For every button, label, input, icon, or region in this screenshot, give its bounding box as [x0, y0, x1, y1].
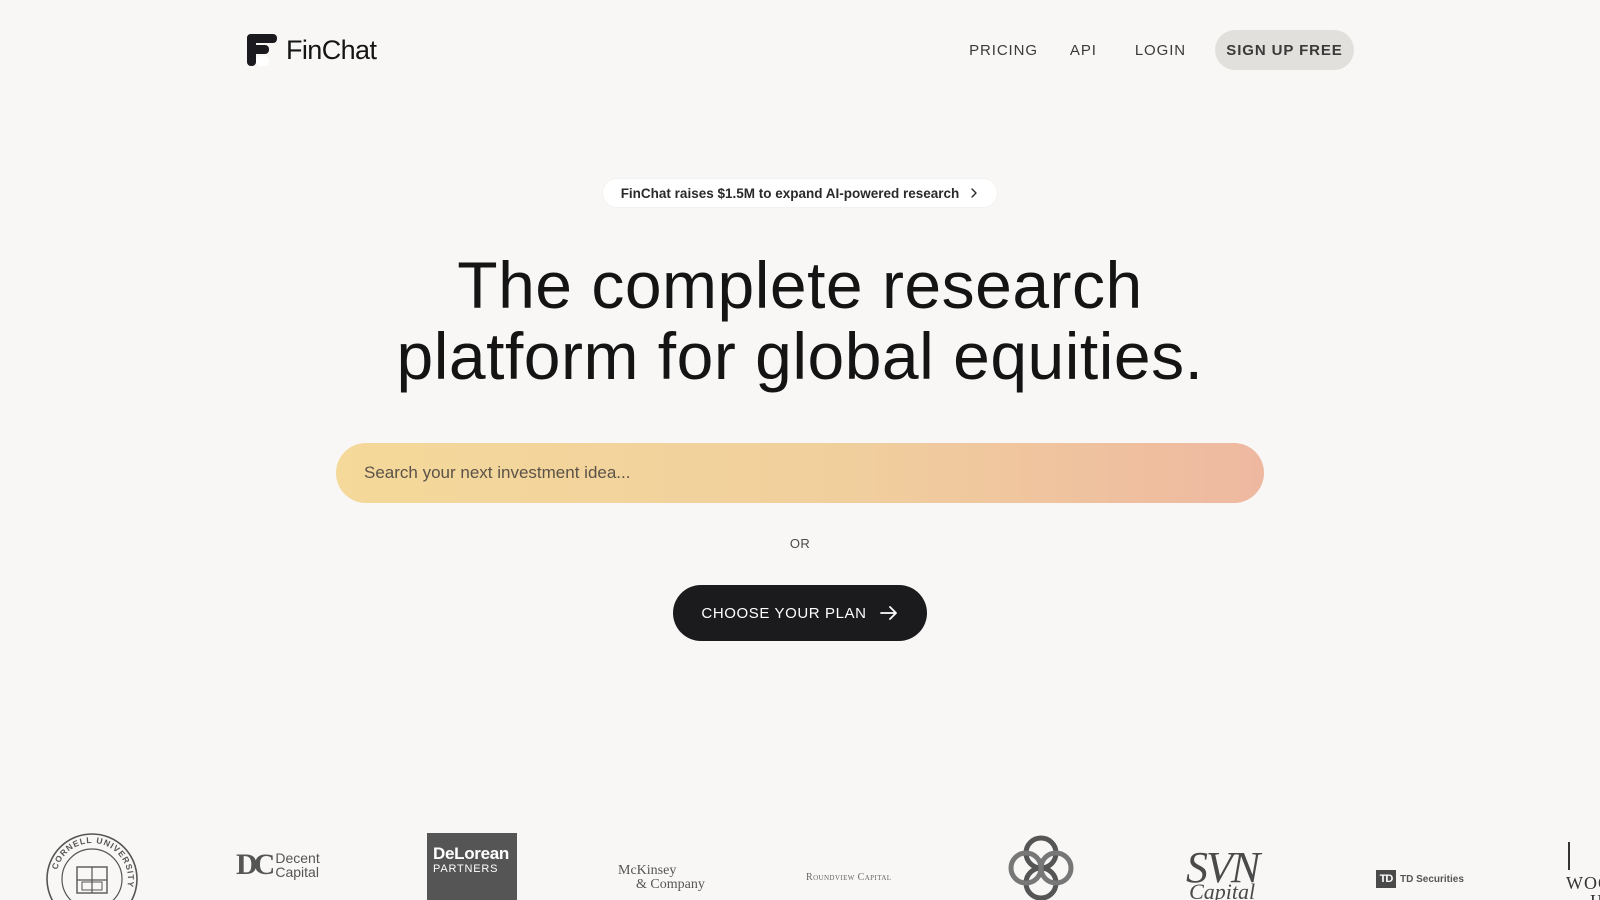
swirl-logo — [1006, 833, 1076, 900]
search-input[interactable] — [364, 463, 1264, 483]
mckinsey-line1: McKinsey — [618, 863, 677, 878]
arrow-right-icon — [879, 606, 897, 620]
customer-logos-strip: CORNELL UNIVERSITY DC Decent Capital DeL… — [0, 820, 1600, 900]
cornell-university-logo: CORNELL UNIVERSITY — [46, 833, 138, 900]
nav-login-link[interactable]: LOGIN — [1135, 42, 1186, 59]
brand-logo-link[interactable]: FinChat — [247, 34, 377, 66]
td-mark: TD — [1376, 870, 1396, 888]
td-text: TD Securities — [1400, 873, 1464, 885]
cornell-seal-icon: CORNELL UNIVERSITY — [46, 833, 138, 900]
signup-button[interactable]: SIGN UP FREE — [1215, 30, 1354, 70]
wood-line2: H — [1566, 892, 1600, 900]
main-nav: PRICING API LOGIN SIGN UP FREE — [969, 30, 1354, 70]
hero-headline-line1: The complete research — [457, 248, 1143, 322]
search-bar — [336, 443, 1264, 503]
decent-capital-logo: DC Decent Capital — [236, 845, 320, 885]
wood-logo: WOO H — [1566, 842, 1600, 900]
wood-bar — [1568, 842, 1570, 870]
swirl-mark-icon — [1008, 835, 1074, 900]
mckinsey-logo: McKinsey & Company — [618, 864, 705, 892]
hero-headline-line2: platform for global equities. — [396, 319, 1204, 393]
announcement-pill[interactable]: FinChat raises $1.5M to expand AI-powere… — [603, 179, 997, 207]
delorean-line2: PARTNERS — [433, 863, 499, 875]
delorean-partners-logo: DeLorean PARTNERS — [427, 833, 517, 900]
nav-api-link[interactable]: API — [1070, 42, 1097, 59]
announcement-text: FinChat raises $1.5M to expand AI-powere… — [620, 185, 960, 201]
site-header: FinChat PRICING API LOGIN SIGN UP FREE — [247, 29, 1354, 71]
delorean-line1: DeLorean — [433, 844, 510, 863]
svn-sub: Capital — [1189, 879, 1256, 900]
nav-pricing-link[interactable]: PRICING — [969, 42, 1038, 59]
chevron-right-icon — [971, 188, 977, 198]
decent-capital-text: Decent Capital — [275, 851, 319, 879]
mckinsey-line2: & Company — [636, 877, 705, 892]
hero-headline: The complete research platform for globa… — [300, 250, 1300, 392]
finchat-logo-icon — [247, 34, 277, 66]
choose-plan-label: CHOOSE YOUR PLAN — [701, 604, 867, 622]
roundview-text: Roundview Capital — [806, 872, 892, 883]
td-securities-logo: TD TD Securities — [1376, 870, 1464, 888]
wood-line1: WOO — [1566, 873, 1600, 893]
brand-name: FinChat — [286, 34, 377, 65]
roundview-capital-logo: Roundview Capital — [806, 872, 891, 883]
svn-capital-logo: SVN Capital — [1186, 846, 1260, 900]
choose-plan-button[interactable]: CHOOSE YOUR PLAN — [673, 585, 927, 641]
decent-line2: Capital — [275, 864, 319, 880]
or-divider: OR — [789, 536, 811, 551]
decent-capital-mark: DC — [236, 848, 275, 881]
landing-page: FinChat PRICING API LOGIN SIGN UP FREE F… — [0, 0, 1600, 900]
